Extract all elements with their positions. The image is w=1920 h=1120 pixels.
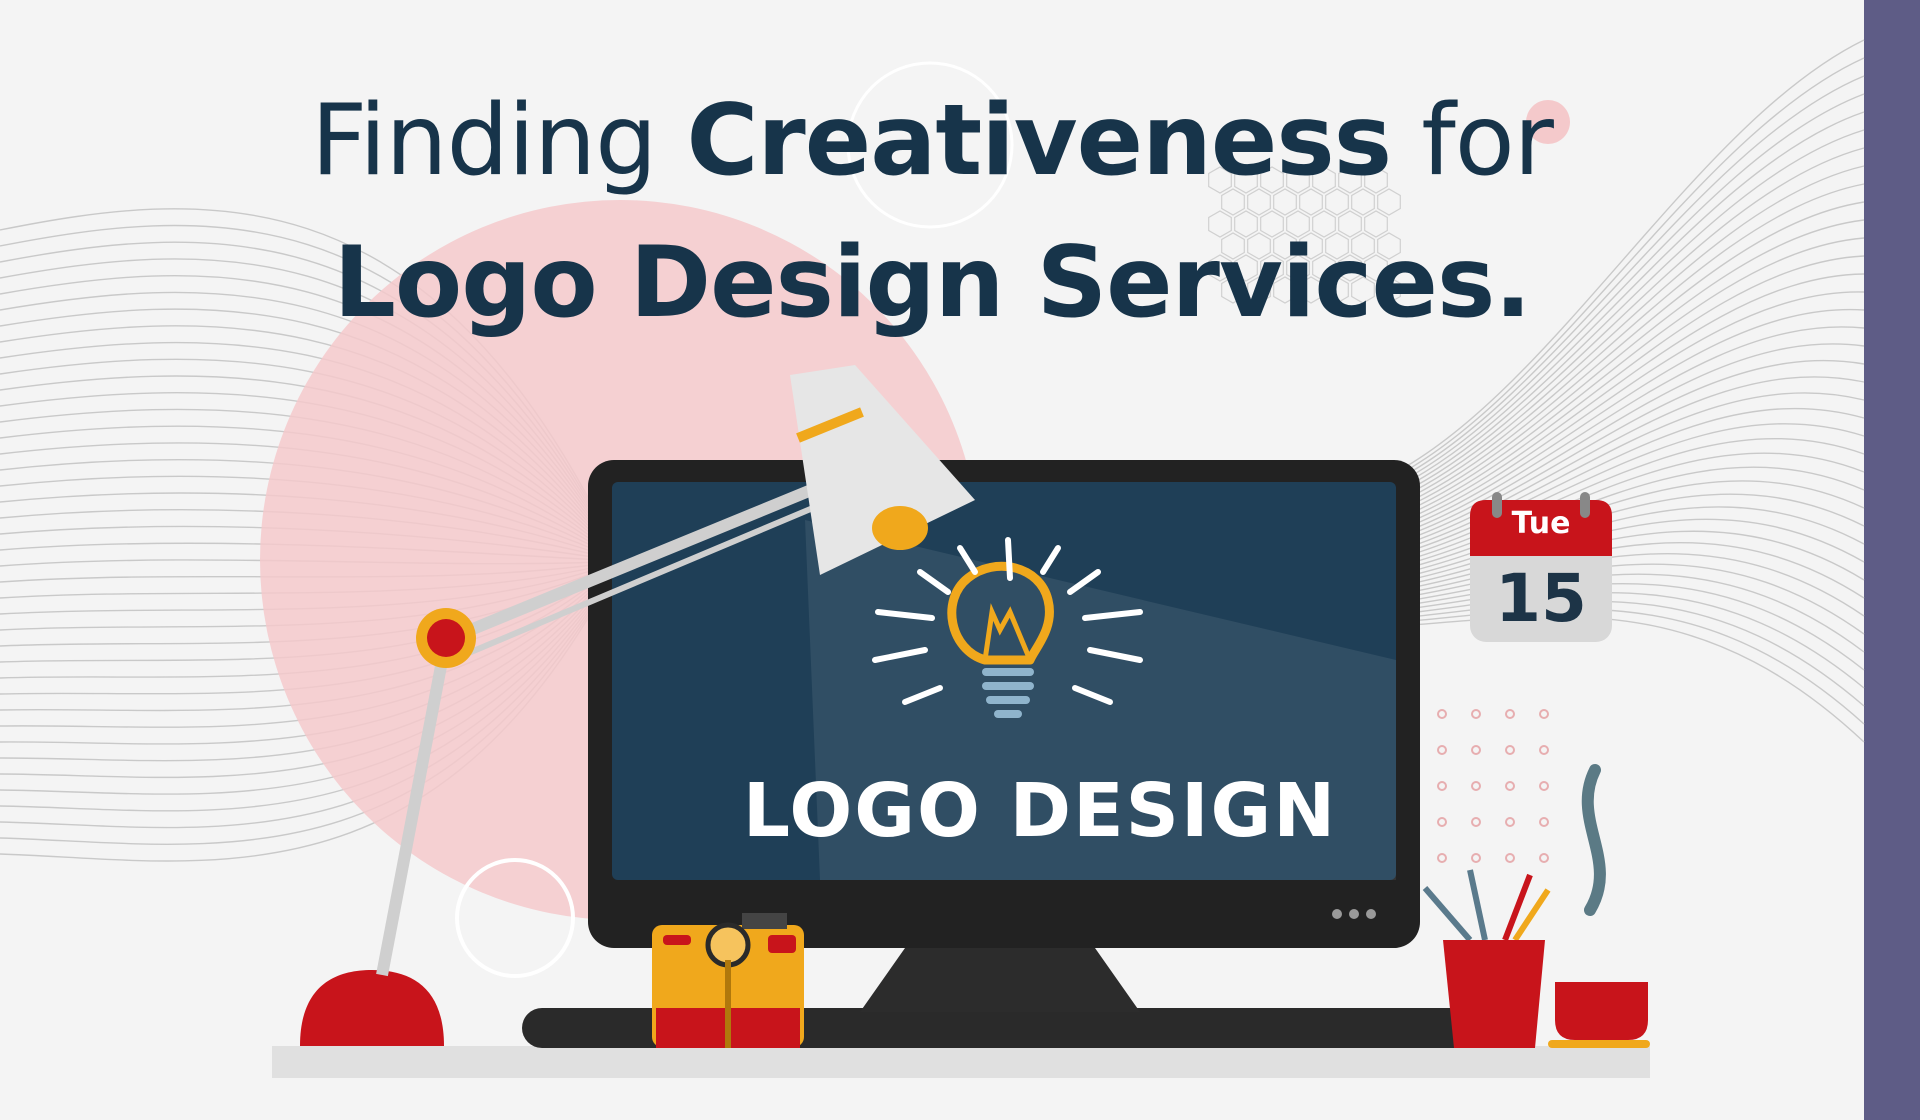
headline-line-2: Logo Design Services. [333,226,1531,340]
headline: Finding Creativeness for Logo Design Ser… [0,70,1864,354]
camera [652,913,804,1048]
monitor-screen-label: LOGO DESIGN [742,768,1338,854]
monitor-stand [860,948,1140,1012]
monitor-dot-1 [1332,909,1342,919]
right-sidebar-strip [1864,0,1920,1120]
calendar-day: Tue [1511,506,1571,541]
headline-line-1-light: Finding [311,84,687,198]
headline-line-1: Finding Creativeness for [0,70,1864,212]
desk-shelf [272,1046,1650,1078]
headline-line-1-bold: Creativeness [686,84,1393,198]
headline-line-1-end: for [1391,84,1554,198]
coffee-cup [1548,764,1650,1048]
calendar-date: 15 [1495,560,1587,637]
monitor-dot-2 [1349,909,1359,919]
monitor-dot-3 [1366,909,1376,919]
